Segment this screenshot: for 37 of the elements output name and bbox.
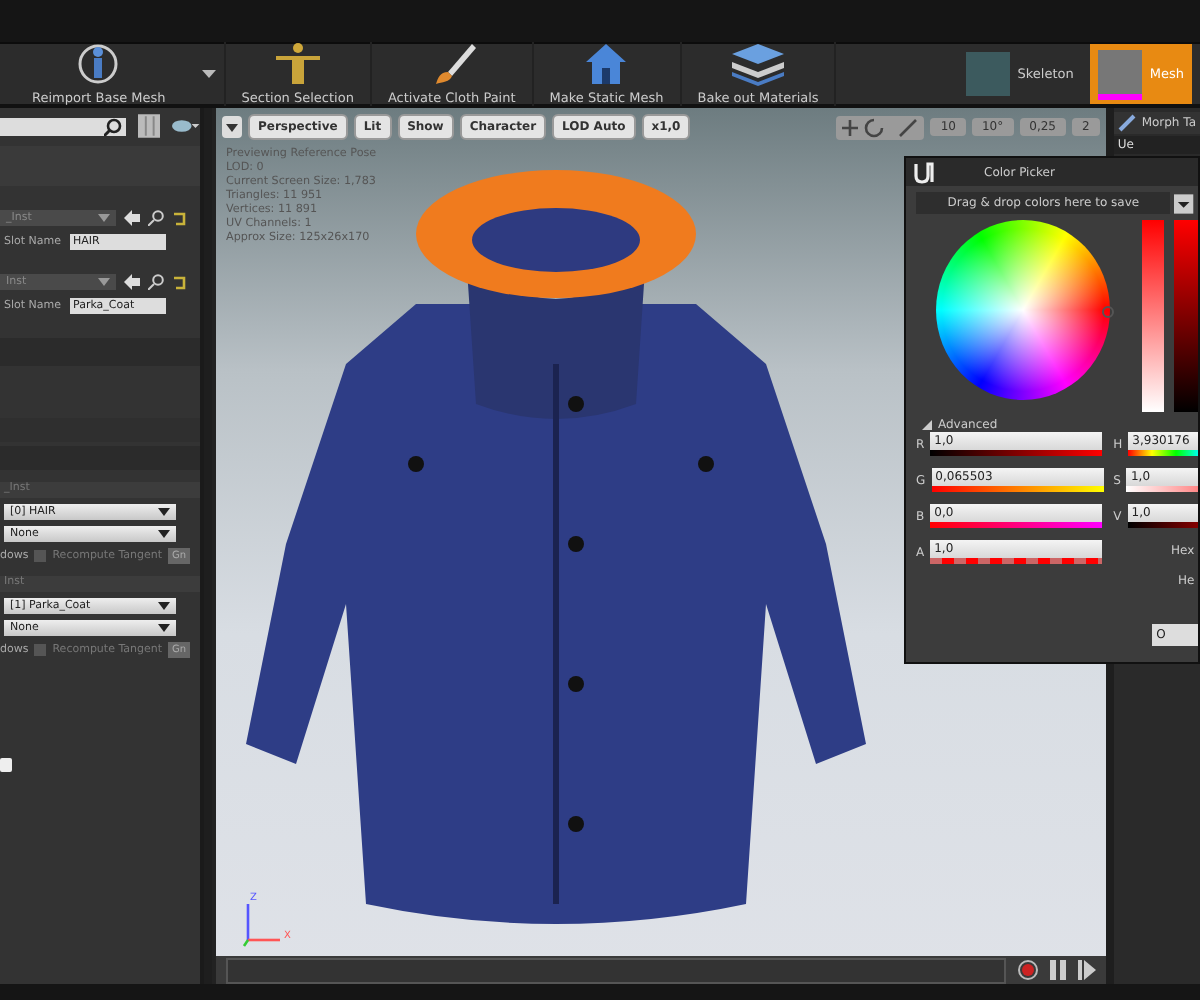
- caret-icon: [98, 214, 110, 222]
- checkbox[interactable]: [34, 644, 47, 656]
- reset-icon[interactable]: [172, 275, 186, 289]
- caret-icon: [158, 624, 170, 632]
- square-icon: [0, 758, 12, 772]
- value-bar[interactable]: [1174, 220, 1198, 412]
- reset-icon[interactable]: [172, 211, 186, 225]
- caret-icon: [158, 508, 170, 516]
- wheel-handle[interactable]: [1101, 306, 1114, 318]
- record-icon[interactable]: [1017, 960, 1038, 980]
- viewport-menu-icon[interactable]: [222, 116, 242, 138]
- morph-icon: [1117, 114, 1136, 132]
- arrow-left-icon[interactable]: [124, 210, 140, 226]
- figure-icon: [271, 42, 324, 86]
- search-icon: [103, 117, 122, 135]
- channel-gradient: [1127, 522, 1198, 528]
- layers-icon: [728, 42, 789, 86]
- caret-icon[interactable]: [1174, 193, 1194, 213]
- caret-icon[interactable]: [201, 70, 216, 78]
- transform-tools-icon[interactable]: [836, 115, 925, 139]
- eye-icon[interactable]: [172, 118, 201, 134]
- search-field[interactable]: [0, 117, 126, 135]
- step-forward-icon[interactable]: [1077, 960, 1096, 980]
- arrow-left-icon[interactable]: [124, 274, 140, 290]
- caret-icon: [158, 530, 170, 538]
- channel-gradient: [1128, 450, 1198, 456]
- caret-icon: [98, 278, 110, 286]
- saturation-bar[interactable]: [1141, 220, 1165, 412]
- collapse-icon[interactable]: [922, 420, 932, 430]
- grid-view-icon[interactable]: [137, 114, 161, 138]
- search-icon[interactable]: [148, 210, 164, 226]
- logo-icon: [912, 161, 934, 183]
- search-icon[interactable]: [148, 274, 164, 290]
- pause-icon[interactable]: [1049, 960, 1066, 980]
- caret-icon: [158, 602, 170, 610]
- checkbox[interactable]: [34, 550, 47, 562]
- channel-gradient: [1126, 486, 1198, 492]
